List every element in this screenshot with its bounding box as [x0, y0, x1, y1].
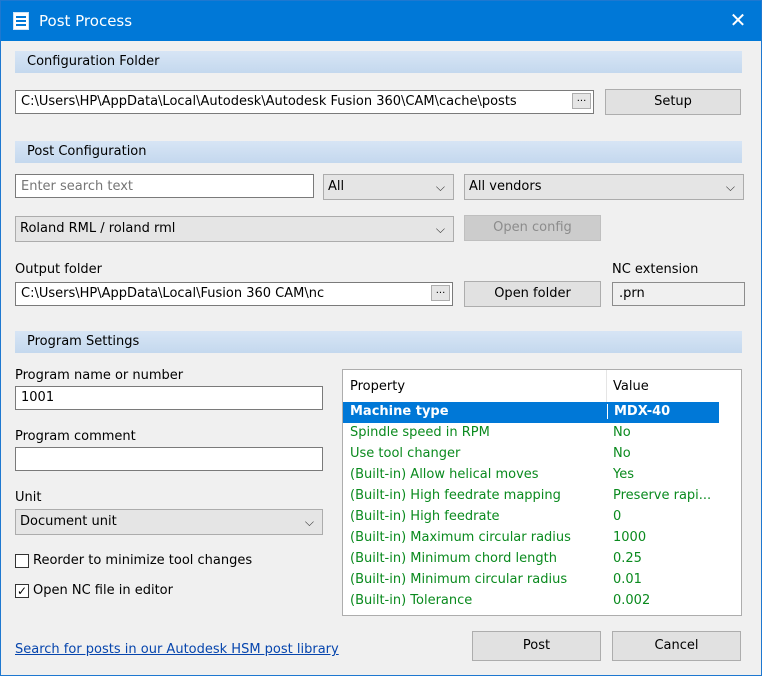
nc-extension-label: NC extension — [612, 262, 699, 277]
program-comment-input[interactable] — [15, 447, 323, 471]
chevron-down-icon: ⌵ — [725, 180, 735, 194]
window-title: Post Process — [39, 12, 133, 30]
property-name: Spindle speed in RPM — [350, 425, 490, 440]
reorder-label: Reorder to minimize tool changes — [33, 553, 253, 568]
property-value: 1000 — [613, 530, 647, 545]
filter-select[interactable]: All ⌵ — [323, 174, 454, 200]
chevron-down-icon: ⌵ — [435, 180, 445, 194]
open-nc-label: Open NC file in editor — [33, 583, 173, 598]
grid-header: Property Value — [343, 370, 741, 402]
post-select-value: Roland RML / roland rml — [20, 221, 176, 236]
property-value: 0.25 — [613, 551, 642, 566]
checkmark-icon: ✓ — [16, 584, 28, 598]
property-value: Yes — [613, 467, 634, 482]
config-folder-field[interactable]: C:\Users\HP\AppData\Local\Autodesk\Autod… — [15, 90, 594, 114]
property-name: (Built-in) Minimum chord length — [350, 551, 557, 566]
section-configuration-folder: Configuration Folder — [15, 51, 742, 73]
property-row[interactable]: (Built-in) High feedrate 0 — [343, 507, 719, 528]
property-name: (Built-in) Tolerance — [350, 593, 473, 608]
property-row[interactable]: (Built-in) Minimum circular radius 0.01 — [343, 570, 719, 591]
property-row[interactable]: Machine type MDX-40 — [343, 402, 719, 423]
property-row[interactable]: (Built-in) Tolerance 0.002 — [343, 591, 719, 612]
search-input[interactable] — [15, 174, 314, 198]
property-value: MDX-40 — [607, 404, 670, 419]
close-icon[interactable]: ✕ — [715, 1, 761, 41]
unit-label: Unit — [15, 490, 42, 505]
program-name-input[interactable]: 1001 — [15, 386, 323, 410]
open-folder-button[interactable]: Open folder — [464, 281, 601, 307]
property-name: (Built-in) Maximum circular radius — [350, 530, 571, 545]
post-select[interactable]: Roland RML / roland rml ⌵ — [15, 216, 454, 242]
property-column-header[interactable]: Property — [350, 379, 405, 394]
property-value: No — [613, 446, 631, 461]
app-icon — [13, 12, 29, 30]
property-name: (Built-in) High feedrate mapping — [350, 488, 561, 503]
property-name: (Built-in) Allow helical moves — [350, 467, 539, 482]
property-name: (Built-in) High feedrate — [350, 509, 500, 524]
property-value: No — [613, 425, 631, 440]
property-row[interactable]: Spindle speed in RPM No — [343, 423, 719, 444]
post-process-dialog: Post Process ✕ Configuration Folder C:\U… — [0, 0, 762, 676]
post-library-link[interactable]: Search for posts in our Autodesk HSM pos… — [15, 642, 339, 657]
setup-button[interactable]: Setup — [605, 89, 741, 115]
properties-grid[interactable]: Property Value Machine type MDX-40 Spind… — [342, 369, 742, 616]
vendor-select-value: All vendors — [469, 179, 542, 194]
nc-extension-field[interactable]: .prn — [612, 282, 745, 306]
property-name: (Built-in) Minimum circular radius — [350, 572, 568, 587]
reorder-checkbox[interactable] — [15, 554, 29, 568]
output-folder-label: Output folder — [15, 262, 103, 277]
property-name: Use tool changer — [350, 446, 461, 461]
property-value: Preserve rapi... — [613, 488, 712, 503]
value-column-header[interactable]: Value — [613, 379, 649, 394]
config-folder-browse-button[interactable]: ... — [572, 93, 591, 109]
property-value: 0 — [613, 509, 622, 524]
output-folder-browse-button[interactable]: ... — [431, 285, 450, 301]
section-post-configuration: Post Configuration — [15, 141, 742, 163]
unit-select[interactable]: Document unit ⌵ — [15, 509, 323, 535]
property-row[interactable]: (Built-in) Minimum chord length 0.25 — [343, 549, 719, 570]
property-value: 0.002 — [613, 593, 651, 608]
property-row[interactable]: (Built-in) High feedrate mapping Preserv… — [343, 486, 719, 507]
output-folder-field[interactable]: C:\Users\HP\AppData\Local\Fusion 360 CAM… — [15, 282, 453, 306]
program-comment-label: Program comment — [15, 429, 136, 444]
unit-select-value: Document unit — [20, 514, 117, 529]
vendor-select[interactable]: All vendors ⌵ — [464, 174, 744, 200]
section-program-settings: Program Settings — [15, 331, 742, 353]
post-button[interactable]: Post — [472, 631, 601, 661]
open-nc-checkbox[interactable]: ✓ — [15, 584, 29, 598]
property-row[interactable]: (Built-in) Maximum circular radius 1000 — [343, 528, 719, 549]
property-name: Machine type — [350, 404, 449, 419]
output-folder-path: C:\Users\HP\AppData\Local\Fusion 360 CAM… — [21, 286, 325, 301]
chevron-down-icon: ⌵ — [304, 515, 314, 529]
filter-select-value: All — [328, 179, 345, 194]
chevron-down-icon: ⌵ — [435, 222, 445, 236]
property-row[interactable]: Use tool changer No — [343, 444, 719, 465]
property-value: 0.01 — [613, 572, 642, 587]
cancel-button[interactable]: Cancel — [612, 631, 741, 661]
program-name-label: Program name or number — [15, 368, 184, 383]
title-bar[interactable]: Post Process ✕ — [1, 1, 761, 41]
open-config-button[interactable]: Open config — [464, 215, 601, 241]
config-folder-path: C:\Users\HP\AppData\Local\Autodesk\Autod… — [21, 94, 517, 109]
property-row[interactable]: (Built-in) Allow helical moves Yes — [343, 465, 719, 486]
